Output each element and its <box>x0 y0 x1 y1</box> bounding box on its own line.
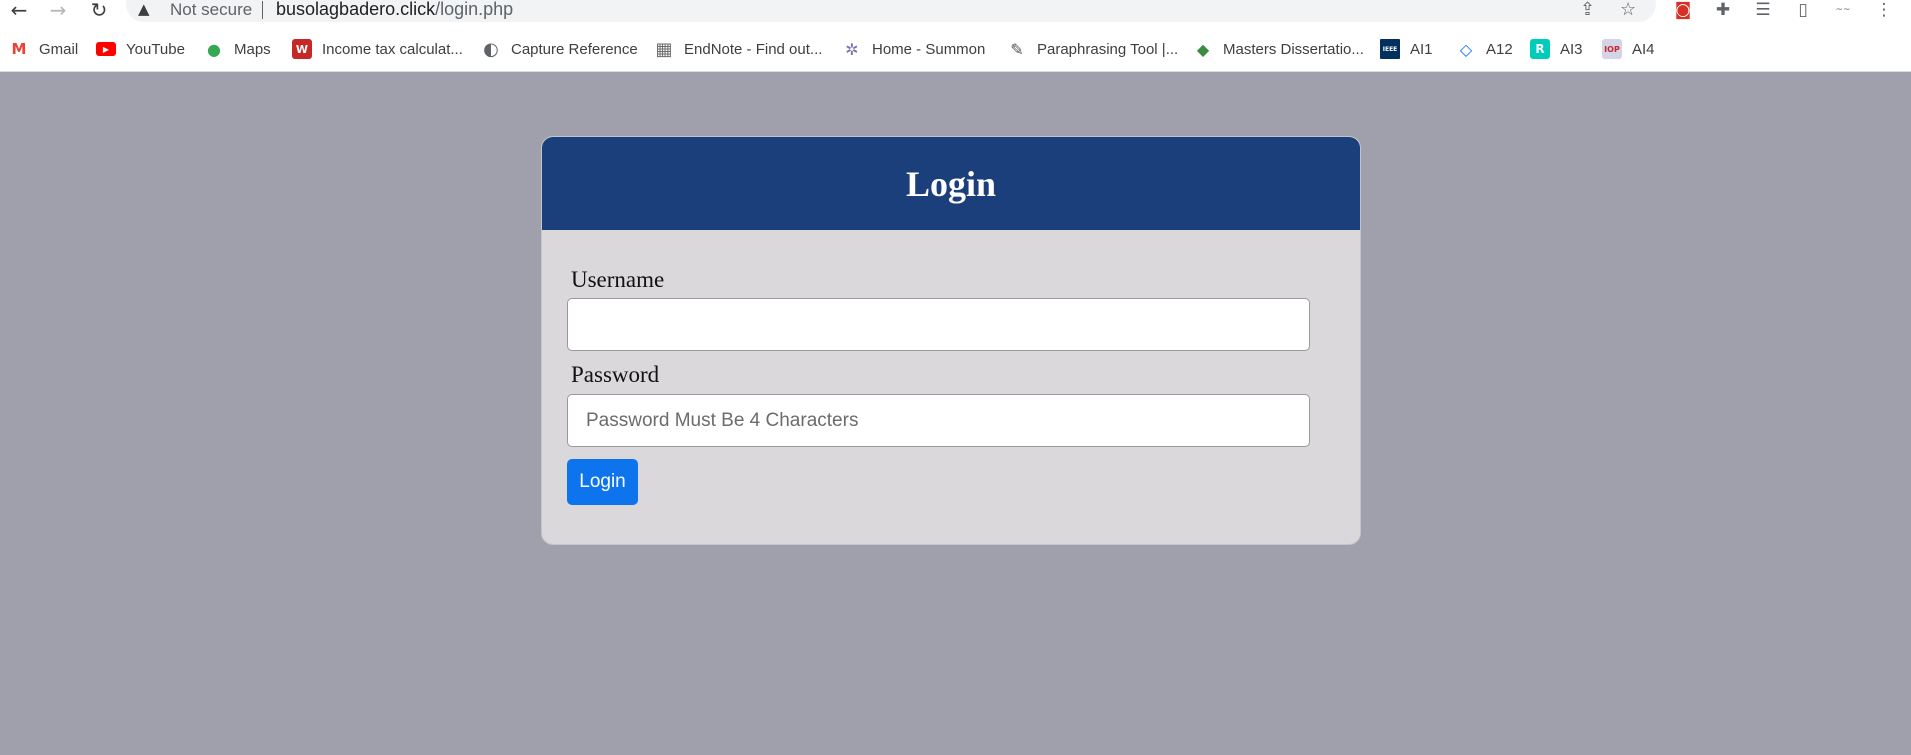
globe-icon: ◐ <box>481 39 501 60</box>
bookmark-a12[interactable]: ◇ A12 <box>1456 38 1513 60</box>
login-card-header: Login <box>542 137 1360 230</box>
bookmark-label: Paraphrasing Tool |... <box>1037 40 1179 58</box>
bookmark-label: AI1 <box>1410 40 1433 58</box>
side-panel-icon[interactable]: ▯ <box>1790 0 1816 21</box>
address-divider <box>262 1 263 19</box>
bookmark-label: Masters Dissertatio... <box>1223 40 1364 58</box>
youtube-icon: ▶ <box>96 42 116 56</box>
share-icon[interactable]: ⇪ <box>1580 0 1595 20</box>
login-button[interactable]: Login <box>567 459 638 505</box>
puzzle-icon[interactable]: ✚ <box>1710 0 1736 21</box>
bookmark-maps[interactable]: ● Maps <box>204 38 271 60</box>
w-logo-icon: W <box>292 39 312 59</box>
gmail-icon: M <box>9 39 29 59</box>
maps-pin-icon: ● <box>204 39 224 59</box>
bookmark-ai4[interactable]: IOP AI4 <box>1602 38 1655 60</box>
security-status[interactable]: Not secure <box>170 0 252 20</box>
bookmark-label: YouTube <box>126 40 185 58</box>
bookmark-label: AI4 <box>1632 40 1655 58</box>
star-icon[interactable]: ☆ <box>1620 0 1636 20</box>
password-label: Password <box>571 362 660 387</box>
bookmark-label: Home - Summon <box>872 40 986 58</box>
bookmark-label: Income tax calculat... <box>322 40 463 58</box>
bookmark-ai3[interactable]: R AI3 <box>1530 38 1583 60</box>
bookmark-label: Maps <box>234 40 271 58</box>
summon-icon: ✲ <box>842 39 862 59</box>
username-input[interactable] <box>567 298 1310 351</box>
a12-icon: ◇ <box>1456 39 1476 59</box>
bookmark-capture-reference[interactable]: ◐ Capture Reference <box>481 38 638 60</box>
back-arrow-icon[interactable]: ← <box>6 0 32 22</box>
reload-icon[interactable]: ↻ <box>86 0 112 22</box>
bookmark-summon[interactable]: ✲ Home - Summon <box>842 38 985 60</box>
bookmark-label: Gmail <box>39 40 79 58</box>
bookmarks-bar: M Gmail ▶ YouTube ● Maps W Income tax ca… <box>0 24 1911 72</box>
reading-list-icon[interactable]: ☰ <box>1750 0 1776 21</box>
ieee-icon: IEEE <box>1380 39 1400 59</box>
iop-icon: IOP <box>1602 39 1622 59</box>
extension-shield-icon[interactable]: ◙ <box>1670 0 1696 21</box>
diamond-icon: ◆ <box>1193 39 1213 59</box>
bookmark-youtube[interactable]: ▶ YouTube <box>96 38 185 60</box>
bookmark-endnote[interactable]: ▦ EndNote - Find out... <box>654 38 822 60</box>
bookmark-label: Capture Reference <box>511 40 638 58</box>
bookmark-ai1[interactable]: IEEE AI1 <box>1380 38 1433 60</box>
bookmark-paraphrasing[interactable]: ✎ Paraphrasing Tool |... <box>1007 38 1178 60</box>
bookmark-label: AI3 <box>1560 40 1583 58</box>
bookmark-masters-dissertation[interactable]: ◆ Masters Dissertatio... <box>1193 38 1364 60</box>
profile-avatar[interactable]: ~~ <box>1830 0 1856 21</box>
bookmark-income-tax[interactable]: W Income tax calculat... <box>292 38 463 60</box>
url-host: busolagbadero.click <box>276 0 436 19</box>
warning-triangle-icon[interactable]: ▲ <box>138 0 150 18</box>
endnote-icon: ▦ <box>654 38 674 60</box>
browser-toolbar: ← → ↻ ▲ Not secure busolagbadero.click/l… <box>0 0 1911 24</box>
url-path: /login.php <box>435 0 514 19</box>
bookmark-gmail[interactable]: M Gmail <box>9 38 78 60</box>
username-label: Username <box>571 267 665 292</box>
bookmark-label: A12 <box>1486 40 1513 58</box>
password-input[interactable] <box>567 394 1310 447</box>
researchgate-icon: R <box>1530 39 1550 59</box>
address-bar[interactable]: ▲ Not secure busolagbadero.click/login.p… <box>126 0 1656 22</box>
url-text[interactable]: busolagbadero.click/login.php <box>276 0 513 20</box>
quill-icon: ✎ <box>1007 39 1027 59</box>
bookmark-label: EndNote - Find out... <box>684 40 823 58</box>
kebab-menu-icon[interactable]: ⋮ <box>1871 0 1897 21</box>
login-title: Login <box>905 163 997 204</box>
forward-arrow-icon[interactable]: → <box>45 0 71 22</box>
login-card: Login Username Password Login <box>541 136 1361 545</box>
